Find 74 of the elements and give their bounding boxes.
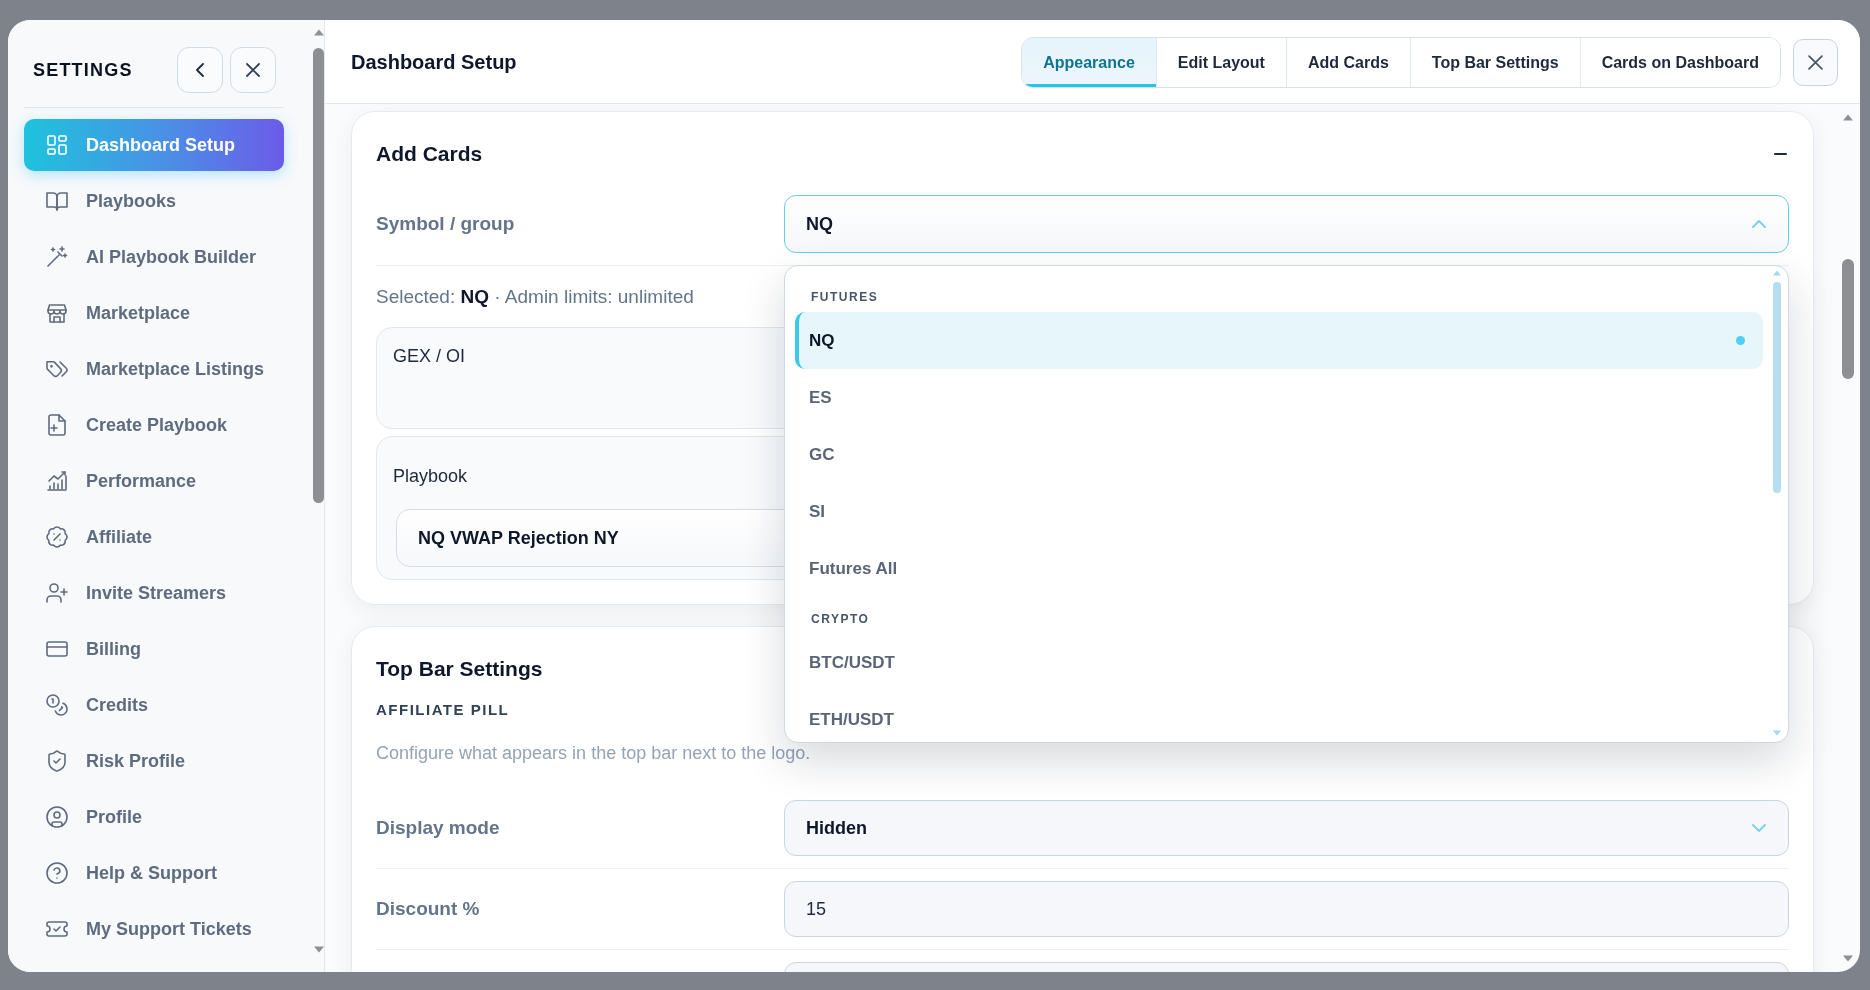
section-description: Configure what appears in the top bar next to the logo. xyxy=(376,742,811,764)
sidebar-item[interactable]: Risk Profile xyxy=(24,735,284,787)
section-subtitle: AFFILIATE PILL xyxy=(376,700,510,720)
section-title: Top Bar Settings xyxy=(376,656,543,682)
chevron-up-icon xyxy=(1752,220,1766,228)
sidebar-item[interactable]: Help & Support xyxy=(24,847,284,899)
close-icon xyxy=(1808,55,1823,70)
selection-note: Selected: NQ · Admin limits: unlimited xyxy=(376,285,694,309)
dropdown-option[interactable]: Futures All xyxy=(795,540,1763,597)
sidebar-item[interactable]: Affiliate xyxy=(24,511,284,563)
sidebar-item[interactable]: AI Playbook Builder xyxy=(24,231,284,283)
tags-icon xyxy=(46,358,68,380)
file-plus-icon xyxy=(46,414,68,436)
dropdown-option[interactable]: ES xyxy=(795,369,1763,426)
tab[interactable]: Appearance xyxy=(1022,38,1156,87)
card-title: GEX / OI xyxy=(393,345,466,368)
scroll-up-icon[interactable] xyxy=(1773,270,1781,276)
scrollbar-thumb[interactable] xyxy=(1841,259,1854,379)
sidebar-item[interactable]: Marketplace xyxy=(24,287,284,339)
coins-icon xyxy=(46,694,68,716)
sidebar-item[interactable]: Credits xyxy=(24,679,284,731)
close-button[interactable] xyxy=(1793,39,1838,86)
close-icon xyxy=(246,63,260,77)
card-title: Playbook xyxy=(393,465,468,488)
sidebar-item[interactable]: Create Playbook xyxy=(24,399,284,451)
sidebar-title: SETTINGS xyxy=(33,59,133,81)
input-field[interactable]: 15 xyxy=(784,881,1789,937)
field-label: Display mode xyxy=(376,817,500,839)
percent-badge-icon xyxy=(46,526,68,548)
store-icon xyxy=(46,302,68,324)
user-plus-icon xyxy=(46,582,68,604)
scrollbar-thumb[interactable] xyxy=(1773,282,1781,493)
book-icon xyxy=(46,190,68,212)
dropdown-option[interactable]: BTC/USDT xyxy=(795,634,1763,691)
dropdown-option[interactable]: SI xyxy=(795,483,1763,540)
chevron-down-icon xyxy=(1752,824,1766,832)
select-field[interactable]: Hidden xyxy=(784,800,1789,856)
sidebar-item[interactable]: Profile xyxy=(24,791,284,843)
chevron-left-icon xyxy=(196,63,204,77)
sidebar-item[interactable]: My Support Tickets xyxy=(24,903,284,955)
page-title: Dashboard Setup xyxy=(351,51,517,74)
grid-icon xyxy=(46,134,68,156)
sidebar-item[interactable]: Playbooks xyxy=(24,175,284,227)
scroll-down-icon[interactable] xyxy=(1842,955,1853,962)
scrollbar-thumb[interactable] xyxy=(313,48,324,503)
scroll-down-icon[interactable] xyxy=(1773,730,1781,736)
group-header: FUTURES xyxy=(811,289,879,306)
sidebar-item[interactable]: Performance xyxy=(24,455,284,507)
tab[interactable]: Cards on Dashboard xyxy=(1579,38,1780,87)
group-header: CRYPTO xyxy=(811,611,870,628)
field-label: Discount % xyxy=(376,898,480,920)
scroll-up-icon[interactable] xyxy=(1842,114,1853,121)
help-icon xyxy=(46,862,68,884)
sidebar-item[interactable]: Invite Streamers xyxy=(24,567,284,619)
ticket-icon xyxy=(46,918,68,940)
section-title: Add Cards xyxy=(376,141,483,167)
credit-card-icon xyxy=(46,638,68,660)
dropdown-option[interactable]: ETH/USDT xyxy=(795,691,1763,742)
minus-icon[interactable] xyxy=(1774,153,1787,155)
sidebar-item[interactable]: Marketplace Listings xyxy=(24,343,284,395)
select-field[interactable]: NQ xyxy=(784,195,1789,253)
dropdown-option[interactable]: NQ xyxy=(795,312,1763,369)
wand-icon xyxy=(46,246,68,268)
scroll-down-icon[interactable] xyxy=(313,946,324,953)
user-circle-icon xyxy=(46,806,68,828)
dropdown-option[interactable]: GC xyxy=(795,426,1763,483)
sidebar-item[interactable]: Dashboard Setup xyxy=(24,119,284,171)
shield-check-icon xyxy=(46,750,68,772)
scroll-up-icon[interactable] xyxy=(313,29,324,36)
field-label: Symbol / group xyxy=(376,213,515,235)
selected-dot-icon xyxy=(1736,336,1745,345)
chart-icon xyxy=(46,470,68,492)
close-button[interactable] xyxy=(230,47,276,93)
sidebar-item[interactable]: Billing xyxy=(24,623,284,675)
